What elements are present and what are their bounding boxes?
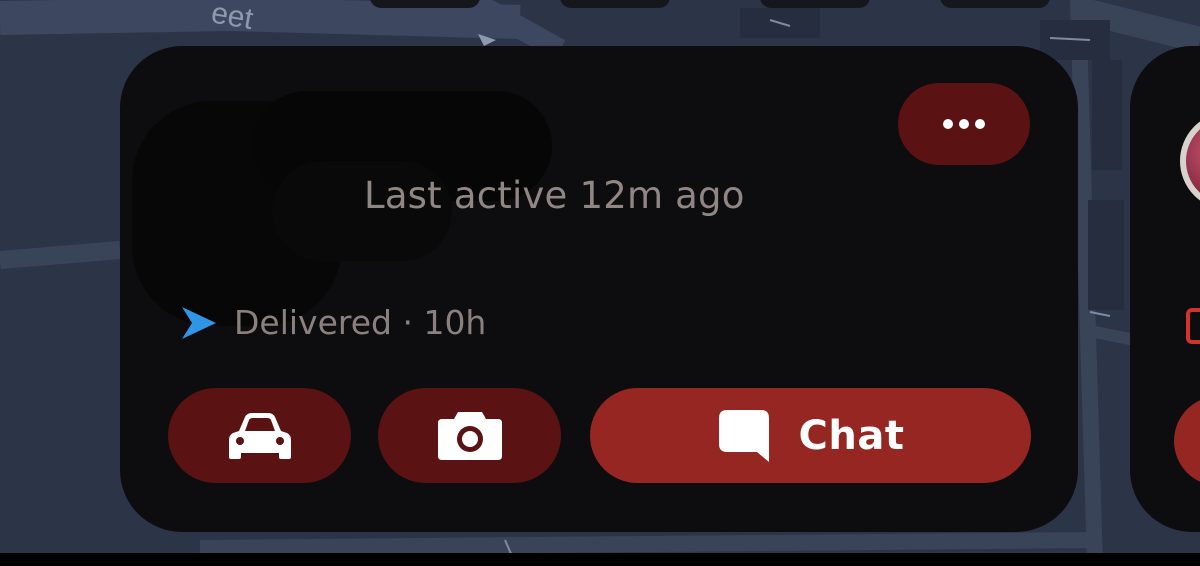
car-icon xyxy=(228,412,291,459)
friend-card[interactable]: Last active 12m ago Delivered · 10h Chat xyxy=(120,46,1078,532)
message-status: Delivered · 10h xyxy=(180,303,486,342)
avatar[interactable] xyxy=(1180,112,1200,210)
chat-bubble-icon xyxy=(718,409,769,462)
camera-icon xyxy=(437,411,502,460)
chat-button[interactable]: Chat xyxy=(590,388,1031,483)
camera-button[interactable] xyxy=(378,388,561,483)
bottom-bar xyxy=(0,553,1200,566)
more-options-button[interactable] xyxy=(898,83,1030,165)
more-dots-icon xyxy=(943,119,985,129)
chat-button-label: Chat xyxy=(798,412,905,459)
next-card-button[interactable] xyxy=(1174,396,1200,486)
map-view: eet Last active 12m ago Delivered · 10h xyxy=(0,0,1200,566)
car-button[interactable] xyxy=(168,388,351,483)
status-badge-icon xyxy=(1186,308,1200,344)
delivered-arrow-icon xyxy=(182,306,216,339)
delivered-status-text: Delivered · 10h xyxy=(234,303,487,342)
next-friend-card[interactable] xyxy=(1130,46,1200,532)
last-active-text: Last active 12m ago xyxy=(364,174,745,217)
